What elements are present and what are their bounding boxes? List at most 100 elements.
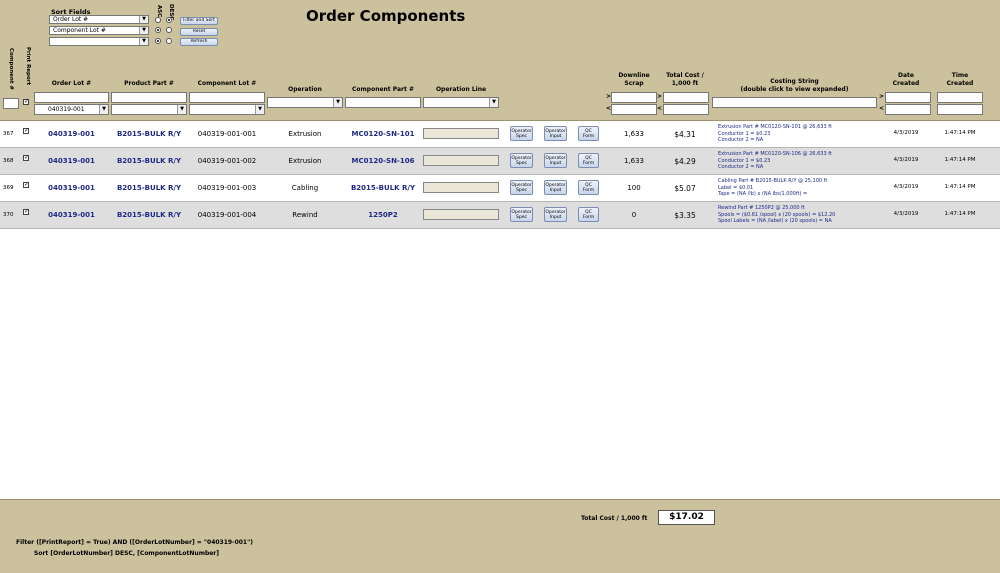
component-num-filter-input[interactable]	[3, 98, 19, 109]
filter-and-sort-button[interactable]: Filter and Sort	[180, 17, 218, 25]
sort-1-desc-radio[interactable]	[166, 17, 172, 23]
operator-spec-button[interactable]: Operator Spec	[510, 207, 533, 222]
refresh-button[interactable]: Refresh	[180, 38, 218, 46]
component-part-link[interactable]: MC0120-SN-106	[345, 157, 421, 165]
sort-3-desc-radio[interactable]	[166, 38, 172, 44]
component-lot-filter-select[interactable]: ▼	[189, 104, 265, 115]
total-cost-label: Total Cost / 1,000 ft	[581, 515, 648, 522]
costing-string-filter-input[interactable]	[712, 97, 877, 108]
component-lot-filter-input[interactable]	[189, 92, 265, 103]
column-header-print-report: Print Report	[25, 47, 31, 86]
total-cost-cell: $4.29	[674, 157, 696, 166]
component-num-cell: 369	[3, 185, 14, 191]
header-panel: Sort Fields Order Lot # ▼ Component Lot #…	[0, 0, 1000, 121]
cost-max-input[interactable]	[663, 104, 709, 115]
cost-min-input[interactable]	[663, 92, 709, 103]
chevron-down-icon[interactable]: ▼	[139, 27, 148, 34]
qc-form-button[interactable]: QC Form	[578, 126, 599, 141]
operator-input-button[interactable]: Operator Input	[544, 207, 567, 222]
print-report-checkbox[interactable]: ✓	[23, 209, 29, 215]
date-max-input[interactable]	[885, 104, 931, 115]
scrap-max-input[interactable]	[611, 104, 657, 115]
sort-2-desc-radio[interactable]	[166, 27, 172, 33]
sort-3-asc-radio[interactable]	[155, 38, 161, 44]
component-part-link[interactable]: B2015-BULK R/Y	[345, 184, 421, 192]
operator-input-button[interactable]: Operator Input	[544, 153, 567, 168]
product-part-filter-input[interactable]	[111, 92, 187, 103]
costing-string-cell[interactable]: Rewind Part # 1250P2 @ 25,000 ft Spools …	[718, 205, 835, 225]
print-report-checkbox[interactable]: ✓	[23, 155, 29, 161]
product-part-link[interactable]: B2015-BULK R/Y	[111, 157, 187, 165]
column-header-component-lot: Component Lot #	[197, 80, 257, 87]
sort-expression: Sort [OrderLotNumber] DESC, [ComponentLo…	[34, 550, 220, 557]
print-report-checkbox[interactable]: ✓	[23, 182, 29, 188]
chevron-down-icon[interactable]: ▼	[99, 105, 108, 114]
chevron-down-icon[interactable]: ▼	[139, 38, 148, 45]
order-lot-filter-input[interactable]	[34, 92, 109, 103]
order-lot-link[interactable]: 040319-001	[34, 157, 109, 165]
operation-line-input[interactable]	[423, 182, 499, 193]
date-created-cell: 4/3/2019	[893, 184, 919, 190]
component-part-link[interactable]: 1250P2	[345, 211, 421, 219]
table-row[interactable]: 368 ✓ 040319-001 B2015-BULK R/Y 040319-0…	[0, 148, 1000, 175]
component-num-cell: 367	[3, 131, 14, 137]
operation-line-input[interactable]	[423, 155, 499, 166]
operation-cell: Extrusion	[288, 157, 322, 165]
qc-form-button[interactable]: QC Form	[578, 153, 599, 168]
product-part-filter-select[interactable]: ▼	[111, 104, 187, 115]
chevron-down-icon[interactable]: ▼	[255, 105, 264, 114]
sort-field-1-value: Order Lot #	[53, 16, 89, 23]
operator-spec-button[interactable]: Operator Spec	[510, 153, 533, 168]
order-lot-filter-select[interactable]: 040319-001 ▼	[34, 104, 109, 115]
sort-field-3-select[interactable]: ▼	[49, 37, 149, 46]
chevron-down-icon[interactable]: ▼	[489, 98, 498, 107]
print-report-checkbox[interactable]: ✓	[23, 128, 29, 134]
order-lot-link[interactable]: 040319-001	[34, 184, 109, 192]
time-max-input[interactable]	[937, 104, 983, 115]
column-header-downline-scrap: Downline Scrap	[618, 72, 650, 87]
table-row[interactable]: 367 ✓ 040319-001 B2015-BULK R/Y 040319-0…	[0, 121, 1000, 148]
scrap-min-input[interactable]	[611, 92, 657, 103]
chevron-down-icon[interactable]: ▼	[139, 16, 148, 23]
order-lot-link[interactable]: 040319-001	[34, 211, 109, 219]
sort-1-asc-radio[interactable]	[155, 17, 161, 23]
costing-string-cell[interactable]: Extrusion Part # MC0120-SN-101 @ 26,633 …	[718, 124, 832, 144]
print-report-filter-checkbox[interactable]: ✓	[23, 99, 29, 105]
costing-string-cell[interactable]: Cabling Part # B2015-BULK R/Y @ 25,100 f…	[718, 178, 827, 198]
table-row[interactable]: 369 ✓ 040319-001 B2015-BULK R/Y 040319-0…	[0, 175, 1000, 202]
date-gt-label: >	[879, 93, 885, 100]
column-header-total-cost: Total Cost / 1,000 ft	[666, 72, 704, 87]
time-min-input[interactable]	[937, 92, 983, 103]
order-lot-link[interactable]: 040319-001	[34, 130, 109, 138]
asc-label: ASC	[156, 5, 162, 18]
component-part-link[interactable]: MC0120-SN-101	[345, 130, 421, 138]
product-part-link[interactable]: B2015-BULK R/Y	[111, 211, 187, 219]
downline-scrap-cell: 100	[627, 184, 641, 192]
qc-form-button[interactable]: QC Form	[578, 180, 599, 195]
costing-string-cell[interactable]: Extrusion Part # MC0120-SN-106 @ 26,633 …	[718, 151, 832, 171]
qc-form-button[interactable]: QC Form	[578, 207, 599, 222]
chevron-down-icon[interactable]: ▼	[177, 105, 186, 114]
page-title: Order Components	[306, 7, 466, 25]
chevron-down-icon[interactable]: ▼	[333, 98, 342, 107]
product-part-link[interactable]: B2015-BULK R/Y	[111, 184, 187, 192]
operation-line-filter-select[interactable]: ▼	[423, 97, 499, 108]
operator-input-button[interactable]: Operator Input	[544, 180, 567, 195]
component-part-filter-input[interactable]	[345, 97, 421, 108]
operation-line-input[interactable]	[423, 209, 499, 220]
component-num-cell: 370	[3, 212, 14, 218]
sort-2-asc-radio[interactable]	[155, 27, 161, 33]
operation-filter-select[interactable]: ▼	[267, 97, 343, 108]
operator-spec-button[interactable]: Operator Spec	[510, 126, 533, 141]
component-num-cell: 368	[3, 158, 14, 164]
reset-button[interactable]: Reset	[180, 28, 218, 36]
column-header-component-num: Component #	[8, 48, 14, 90]
sort-field-2-select[interactable]: Component Lot # ▼	[49, 26, 149, 35]
operator-spec-button[interactable]: Operator Spec	[510, 180, 533, 195]
operation-line-input[interactable]	[423, 128, 499, 139]
date-min-input[interactable]	[885, 92, 931, 103]
sort-field-1-select[interactable]: Order Lot # ▼	[49, 15, 149, 24]
operator-input-button[interactable]: Operator Input	[544, 126, 567, 141]
table-row[interactable]: 370 ✓ 040319-001 B2015-BULK R/Y 040319-0…	[0, 202, 1000, 229]
product-part-link[interactable]: B2015-BULK R/Y	[111, 130, 187, 138]
